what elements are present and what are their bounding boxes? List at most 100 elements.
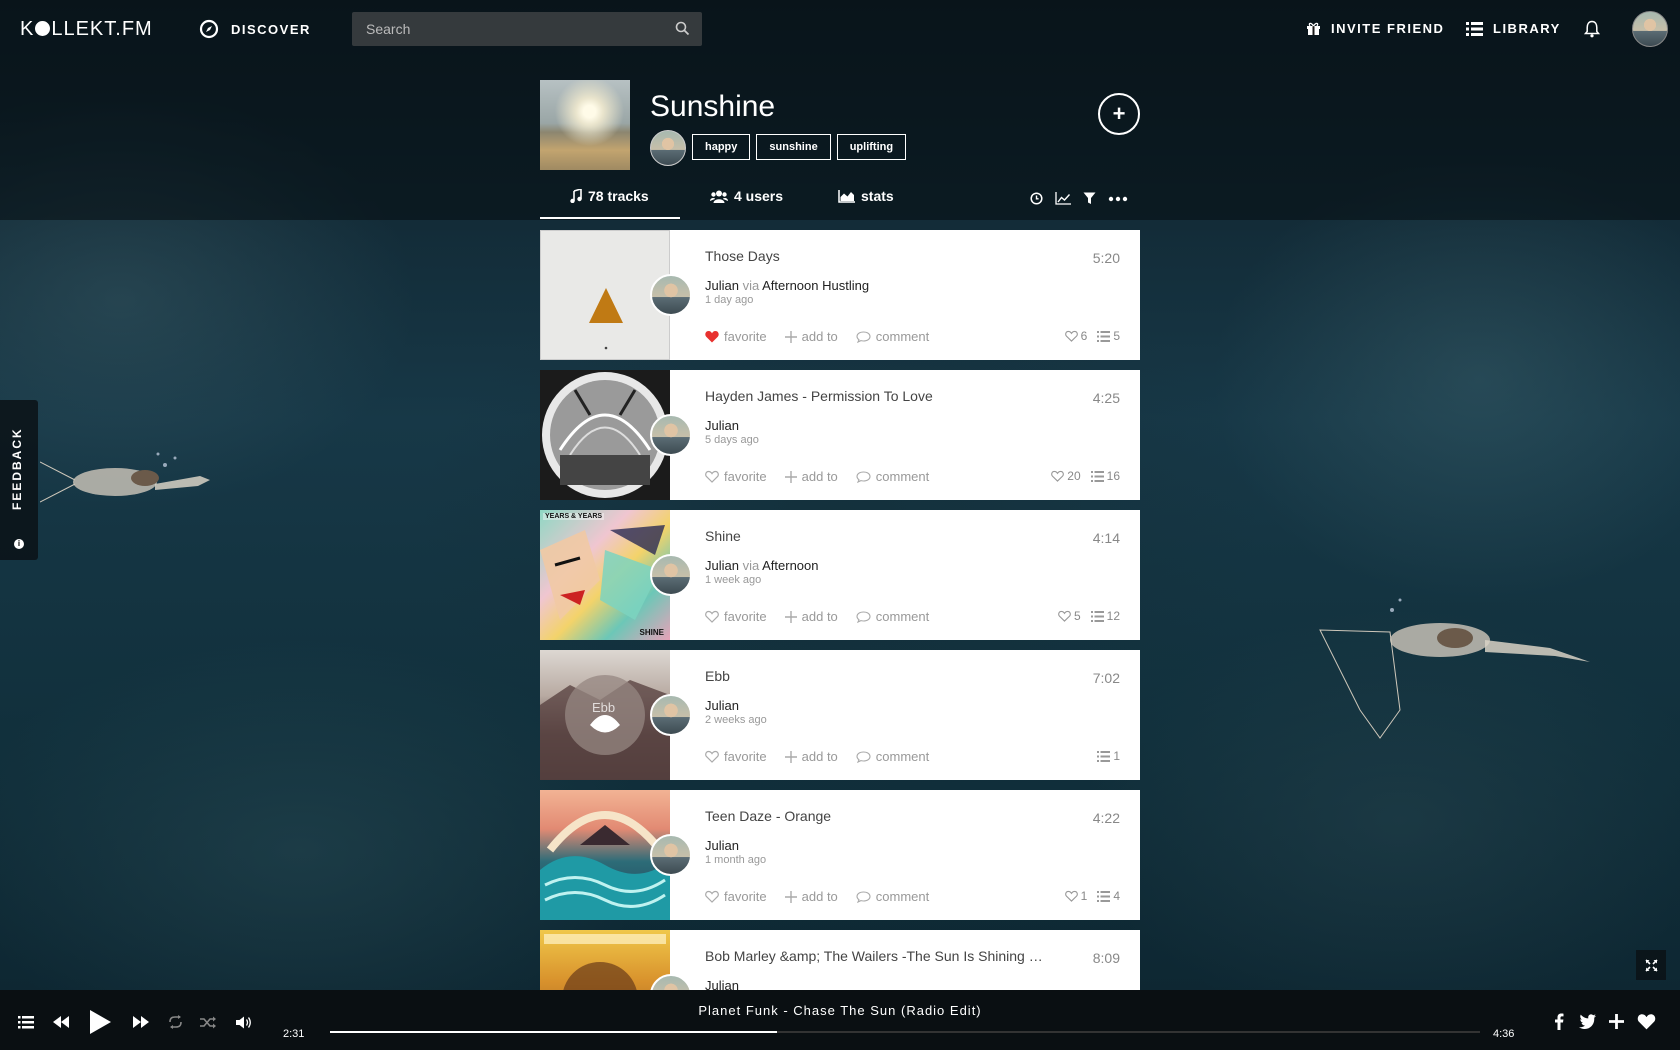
heart-filled-icon xyxy=(705,331,719,343)
track-added-time: 1 month ago xyxy=(705,854,767,866)
track-stats: 5 12 xyxy=(1058,609,1120,623)
track-title[interactable]: Those Days xyxy=(705,248,780,264)
next-button[interactable] xyxy=(130,1012,152,1032)
tag-happy[interactable]: happy xyxy=(692,134,751,160)
track-card[interactable]: Hayden James - Permission To Love 4:25 J… xyxy=(540,370,1140,500)
repeat-button[interactable] xyxy=(164,1012,186,1032)
track-card[interactable]: Teen Daze - Orange 4:22 Julian 1 month a… xyxy=(540,790,1140,920)
lists-count: 1 xyxy=(1097,749,1120,763)
track-card[interactable]: Those Days 5:20 Julian via Afternoon Hus… xyxy=(540,230,1140,360)
favorite-current-button[interactable] xyxy=(1635,1011,1657,1031)
track-card[interactable]: YEARS & YEARS SHINE Shine 4:14 Julian vi… xyxy=(540,510,1140,640)
add-to-label: add to xyxy=(801,469,838,484)
track-user-avatar[interactable] xyxy=(650,694,692,736)
list-icon xyxy=(1097,330,1111,342)
filter-icon[interactable] xyxy=(1083,192,1096,205)
queue-button[interactable] xyxy=(16,1012,36,1032)
logo-text-pre: K xyxy=(20,18,35,40)
play-icon xyxy=(90,1010,111,1034)
track-user[interactable]: Julian xyxy=(705,278,739,293)
progress-fill xyxy=(330,1031,778,1033)
logo[interactable]: K LLEKT.FM xyxy=(20,18,153,41)
track-byline: Julian via Afternoon xyxy=(705,558,819,573)
likes-count: 6 xyxy=(1064,329,1087,343)
add-to-button[interactable]: add to xyxy=(784,889,838,904)
tag-uplifting[interactable]: uplifting xyxy=(836,134,907,160)
track-source-playlist[interactable]: Afternoon xyxy=(762,558,818,573)
user-avatar[interactable] xyxy=(1632,11,1668,47)
track-user[interactable]: Julian xyxy=(705,838,739,853)
playlist-owner-avatar[interactable] xyxy=(650,130,686,166)
list-icon xyxy=(18,1015,34,1028)
play-button[interactable] xyxy=(87,1008,113,1036)
track-stats: 20 16 xyxy=(1051,469,1120,483)
favorite-button[interactable]: favorite xyxy=(705,609,767,624)
track-title[interactable]: Ebb xyxy=(705,668,730,684)
diver-illustration-left xyxy=(40,452,210,503)
track-card[interactable]: Bob Marley &amp; The Wailers -The Sun Is… xyxy=(540,930,1140,990)
twitter-share-button[interactable] xyxy=(1576,1011,1598,1031)
clock-icon[interactable] xyxy=(1030,192,1043,205)
track-user[interactable]: Julian xyxy=(705,698,739,713)
shuffle-button[interactable] xyxy=(197,1012,219,1032)
track-card[interactable]: Ebb Ebb 7:02 Julian 2 weeks ago favorite… xyxy=(540,650,1140,780)
track-source-playlist[interactable]: Afternoon Hustling xyxy=(762,278,869,293)
track-title[interactable]: Hayden James - Permission To Love xyxy=(705,388,933,404)
track-user[interactable]: Julian xyxy=(705,418,739,433)
volume-button[interactable] xyxy=(233,1012,255,1032)
track-user[interactable]: Julian xyxy=(705,978,739,990)
favorite-button[interactable]: favorite xyxy=(705,329,767,344)
track-title[interactable]: Bob Marley &amp; The Wailers -The Sun Is… xyxy=(705,948,1045,964)
favorite-button[interactable]: favorite xyxy=(705,469,767,484)
playlist-tags: happy sunshine uplifting xyxy=(692,134,907,160)
track-artwork[interactable] xyxy=(540,930,670,990)
expand-button[interactable] xyxy=(1636,950,1666,980)
tab-stats[interactable]: stats xyxy=(838,188,894,204)
progress-bar[interactable] xyxy=(330,1031,1480,1033)
favorite-button[interactable]: favorite xyxy=(705,749,767,764)
track-duration: 8:09 xyxy=(1092,950,1120,966)
track-title[interactable]: Shine xyxy=(705,528,741,544)
bell-icon[interactable] xyxy=(1584,20,1600,38)
add-to-button[interactable]: add to xyxy=(784,609,838,624)
logo-text-post: LLEKT.FM xyxy=(51,18,153,40)
comment-button[interactable]: comment xyxy=(856,609,929,624)
tab-stats-label: stats xyxy=(861,188,894,204)
track-user[interactable]: Julian xyxy=(705,558,739,573)
invite-friend-link[interactable]: INVITE FRIEND xyxy=(1306,21,1444,36)
heart-outline-icon xyxy=(705,610,719,623)
next-icon xyxy=(133,1016,149,1028)
tab-users[interactable]: 4 users xyxy=(710,188,783,204)
search-input[interactable] xyxy=(352,12,702,46)
line-chart-icon[interactable] xyxy=(1055,192,1071,205)
lists-count: 5 xyxy=(1097,329,1120,343)
search-icon[interactable] xyxy=(675,21,690,36)
track-title[interactable]: Teen Daze - Orange xyxy=(705,808,831,824)
lists-count: 4 xyxy=(1097,889,1120,903)
track-user-avatar[interactable] xyxy=(650,414,692,456)
tag-sunshine[interactable]: sunshine xyxy=(756,134,831,160)
add-track-button[interactable] xyxy=(1606,1011,1626,1031)
track-user-avatar[interactable] xyxy=(650,554,692,596)
add-to-button[interactable]: add to xyxy=(784,749,838,764)
comment-button[interactable]: comment xyxy=(856,329,929,344)
comment-button[interactable]: comment xyxy=(856,749,929,764)
track-user-avatar[interactable] xyxy=(650,834,692,876)
feedback-tab[interactable]: FEEDBACK i xyxy=(0,400,38,560)
gift-icon xyxy=(1307,22,1320,35)
comment-button[interactable]: comment xyxy=(856,889,929,904)
comment-icon xyxy=(856,470,871,483)
add-to-button[interactable]: add to xyxy=(784,329,838,344)
previous-button[interactable] xyxy=(50,1012,72,1032)
discover-link[interactable]: DISCOVER xyxy=(199,19,311,39)
comment-button[interactable]: comment xyxy=(856,469,929,484)
library-link[interactable]: LIBRARY xyxy=(1466,21,1561,36)
more-icon[interactable] xyxy=(1108,196,1128,202)
track-user-avatar[interactable] xyxy=(650,274,692,316)
favorite-button[interactable]: favorite xyxy=(705,889,767,904)
add-playlist-button[interactable]: + xyxy=(1098,93,1140,135)
facebook-share-button[interactable] xyxy=(1550,1011,1568,1031)
total-time: 4:36 xyxy=(1493,1028,1515,1040)
tab-tracks[interactable]: 78 tracks xyxy=(570,188,649,204)
add-to-button[interactable]: add to xyxy=(784,469,838,484)
